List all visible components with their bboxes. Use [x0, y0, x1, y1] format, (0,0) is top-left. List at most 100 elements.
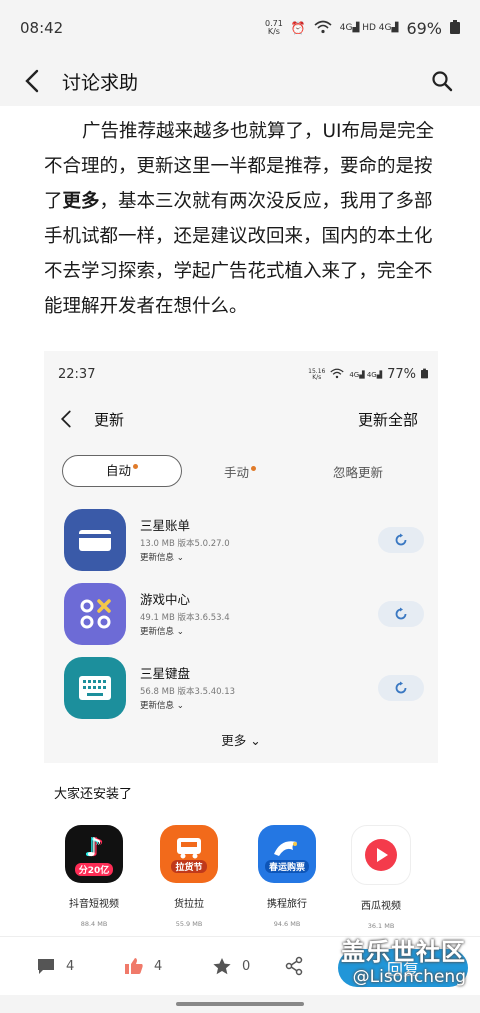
comment-count: 4	[66, 958, 75, 974]
share-icon	[285, 956, 303, 976]
update-button[interactable]	[378, 527, 424, 553]
more-label: 更多	[221, 733, 247, 748]
battery-text: 69%	[406, 18, 442, 38]
more-button[interactable]: 更多 ⌄	[44, 730, 438, 749]
update-info-link[interactable]: 更新信息 ⌄	[140, 699, 184, 711]
net-speed: 0.71 K/s	[265, 19, 283, 36]
recommend-size: 94.6 MB	[273, 920, 301, 928]
post-image-screenshot[interactable]: 22:37 15.16 K/s 4G▟ 4G▟ 77% 更新 更新全部 自动 手…	[44, 351, 438, 951]
gesture-bar[interactable]	[176, 1002, 304, 1006]
update-all-button[interactable]: 更新全部	[358, 409, 418, 430]
like-count: 4	[154, 958, 163, 974]
recommend-size: 88.4 MB	[80, 920, 108, 928]
play-circle-icon	[365, 839, 397, 871]
recommend-item[interactable]: 春运购票 携程旅行 94.6 MB	[247, 825, 327, 928]
chevron-left-icon	[25, 69, 39, 93]
samsung-pay-icon	[64, 509, 126, 571]
battery-icon	[450, 19, 460, 37]
app-name: 三星键盘	[140, 666, 191, 681]
app-meta: 13.0 MB 版本5.0.27.0	[140, 539, 230, 549]
refresh-icon	[395, 607, 407, 620]
update-button[interactable]	[378, 675, 424, 701]
app-name: 游戏中心	[140, 592, 191, 607]
shot-net-speed: 15.16 K/s	[308, 367, 326, 381]
refresh-icon	[395, 533, 407, 546]
search-button[interactable]	[428, 67, 456, 95]
list-item[interactable]: 三星账单 13.0 MB 版本5.0.27.0 更新信息 ⌄	[64, 509, 424, 573]
recommend-name: 抖音短视频	[69, 899, 119, 910]
comment-button[interactable]: 4	[36, 957, 74, 975]
new-dot-icon	[251, 465, 256, 471]
update-info-link[interactable]: 更新信息 ⌄	[140, 551, 184, 563]
keyboard-icon	[64, 657, 126, 719]
dolphin-icon	[274, 840, 297, 856]
post-content: 广告推荐越来越多也就算了，UI布局是完全不合理的，更新这里一半都是推荐，要命的是…	[0, 106, 480, 951]
shot-battery-icon	[421, 368, 428, 382]
shot-wifi-icon	[330, 368, 344, 382]
tab-ignored-label: 忽略更新	[332, 464, 383, 480]
shot-signal-icon: 4G▟ 4G▟	[349, 370, 383, 379]
recommend-item[interactable]: 西瓜视频 36.1 MB	[341, 825, 421, 930]
tab-ignored[interactable]: 忽略更新	[298, 462, 418, 481]
post-body: 广告推荐越来越多也就算了，UI布局是完全不合理的，更新这里一半都是推荐，要命的是…	[44, 114, 436, 324]
xigua-video-icon	[351, 825, 411, 885]
list-item[interactable]: 游戏中心 49.1 MB 版本3.6.53.4 更新信息 ⌄	[64, 583, 424, 647]
shot-tabs: 自动 手动 忽略更新	[62, 455, 422, 487]
tab-auto[interactable]: 自动	[62, 455, 182, 487]
shot-battery: 77%	[387, 367, 416, 382]
tab-manual[interactable]: 手动	[182, 462, 298, 481]
post-text-bold: 更多	[62, 191, 100, 212]
chevron-down-icon: ⌄	[176, 627, 184, 637]
app-badge: 拉货节	[171, 859, 207, 873]
app-bar: 讨论求助	[0, 56, 480, 106]
back-button[interactable]	[18, 67, 46, 95]
recommend-item[interactable]: ♪ 分20亿 抖音短视频 88.4 MB	[54, 825, 134, 928]
status-bar: 08:42 0.71 K/s ⏰ 4G▟ HD 4G▟ 69%	[0, 0, 480, 56]
watermark-line2: @Lisoncheng	[352, 967, 466, 987]
shot-title: 更新	[94, 410, 125, 429]
lalamove-icon: 拉货节	[160, 825, 218, 883]
search-icon	[432, 71, 453, 92]
app-meta: 49.1 MB 版本3.6.53.4	[140, 613, 230, 623]
watermark-line1: 盖乐世社区	[341, 938, 466, 966]
update-info-link[interactable]: 更新信息 ⌄	[140, 625, 184, 637]
app-name: 三星账单	[140, 518, 191, 533]
tab-auto-label: 自动	[105, 463, 131, 478]
shot-status-icons: 15.16 K/s 4G▟ 4G▟ 77%	[308, 367, 428, 382]
chevron-down-icon: ⌄	[176, 701, 184, 711]
recommend-item[interactable]: 拉货节 货拉拉 55.9 MB	[149, 825, 229, 928]
recommend-size: 36.1 MB	[367, 922, 395, 930]
recommend-size: 55.9 MB	[175, 920, 203, 928]
favorite-button[interactable]: 0	[212, 957, 250, 976]
ctrip-icon: 春运购票	[258, 825, 316, 883]
share-button[interactable]	[284, 956, 304, 976]
chevron-down-icon: ⌄	[176, 553, 184, 563]
comment-icon	[38, 959, 54, 974]
app-badge: 分20亿	[74, 862, 114, 876]
post-text-2: ，基本三次就有两次没反应，我用了多部手机试都一样，还是建议改回来，国内的本土化不…	[44, 191, 433, 317]
recommend-section: 大家还安装了 ♪ 分20亿 抖音短视频 88.4 MB 拉货节 货拉拉 55.9…	[44, 763, 438, 951]
update-button[interactable]	[378, 601, 424, 627]
update-info-label: 更新信息	[140, 701, 175, 711]
signal-icon: 4G▟ HD 4G▟	[339, 23, 399, 33]
update-info-label: 更新信息	[140, 627, 175, 637]
status-time: 08:42	[20, 19, 64, 37]
list-item[interactable]: 三星键盘 56.8 MB 版本3.5.40.13 更新信息 ⌄	[64, 657, 424, 721]
update-info-label: 更新信息	[140, 553, 175, 563]
shot-back-button[interactable]	[60, 409, 80, 429]
tab-manual-label: 手动	[223, 464, 249, 480]
page-title: 讨论求助	[62, 71, 139, 94]
music-note-icon: ♪	[85, 832, 103, 863]
recommend-title: 大家还安装了	[54, 787, 133, 802]
shot-chevron-left-icon	[60, 410, 71, 428]
shot-status-bar: 22:37 15.16 K/s 4G▟ 4G▟ 77%	[58, 367, 428, 382]
like-button[interactable]: 4	[124, 957, 162, 975]
app-badge: 春运购票	[264, 859, 309, 873]
alarm-icon: ⏰	[290, 21, 306, 35]
refresh-icon	[395, 681, 407, 694]
chevron-down-icon: ⌄	[246, 733, 261, 748]
recommend-name: 西瓜视频	[361, 901, 401, 912]
thumbs-up-icon	[125, 958, 143, 974]
new-dot-icon	[133, 464, 138, 469]
status-icons: 0.71 K/s ⏰ 4G▟ HD 4G▟ 69%	[265, 19, 460, 38]
